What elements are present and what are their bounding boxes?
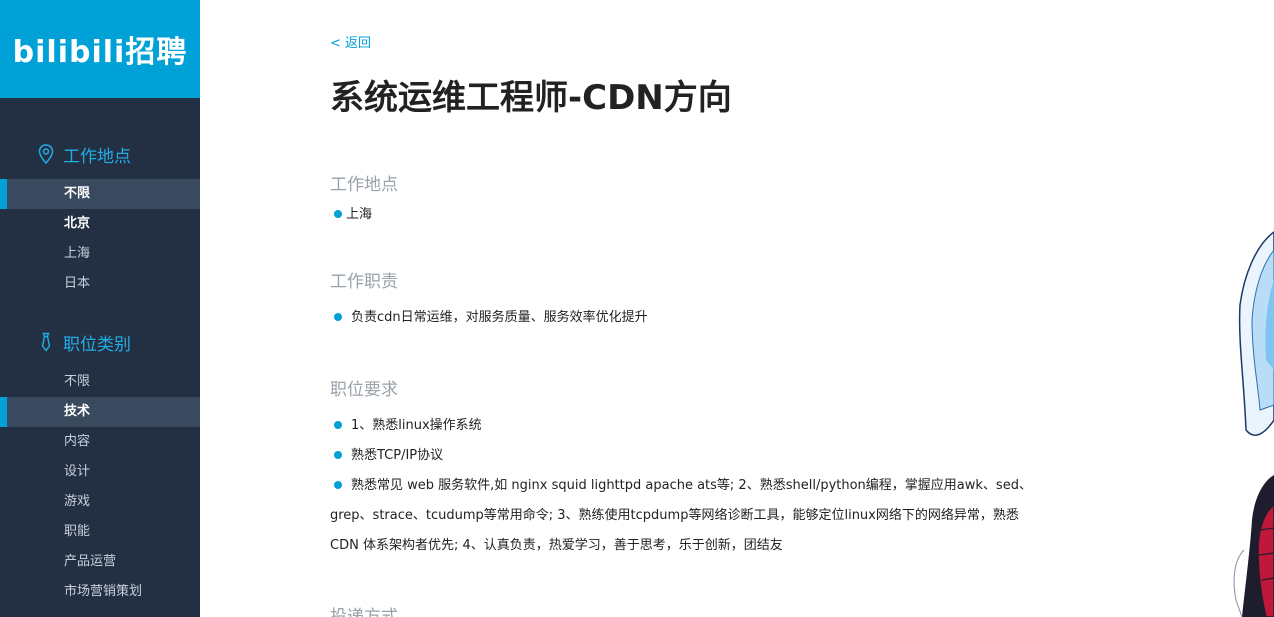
list-item: 熟悉常见 web 服务软件,如 nginx squid lighttpd apa… bbox=[330, 471, 1040, 561]
tie-icon bbox=[41, 332, 51, 352]
location-item-any[interactable]: 不限 bbox=[0, 179, 200, 209]
category-filter-label: 职位类别 bbox=[63, 334, 131, 355]
section-title-duties: 工作职责 bbox=[330, 272, 398, 292]
category-filter-title: 职位类别 bbox=[0, 317, 200, 367]
requirement-text: 1、熟悉linux操作系统 bbox=[351, 418, 482, 433]
category-item-content[interactable]: 内容 bbox=[0, 427, 200, 457]
location-item-shanghai[interactable]: 上海 bbox=[0, 239, 200, 269]
requirement-text: 熟悉常见 web 服务软件,如 nginx squid lighttpd apa… bbox=[330, 478, 1032, 553]
back-link[interactable]: < 返回 bbox=[330, 32, 371, 51]
section-title-location: 工作地点 bbox=[330, 175, 398, 195]
logo-text: bilibili招聘 bbox=[12, 35, 188, 70]
duty-text: 负责cdn日常运维，对服务质量、服务效率优化提升 bbox=[351, 310, 648, 325]
section-title-apply: 投递方式 bbox=[330, 607, 398, 617]
location-item-beijing[interactable]: 北京 bbox=[0, 209, 200, 239]
location-filter-label: 工作地点 bbox=[63, 146, 131, 167]
location-item-japan[interactable]: 日本 bbox=[0, 269, 200, 299]
list-item: 熟悉TCP/IP协议 bbox=[330, 441, 443, 471]
requirement-text: 熟悉TCP/IP协议 bbox=[351, 448, 444, 463]
category-item-game[interactable]: 游戏 bbox=[0, 487, 200, 517]
bullet-dot-icon bbox=[334, 312, 342, 321]
mascot-illustration bbox=[1233, 231, 1274, 617]
bullet-dot-icon bbox=[334, 450, 342, 459]
list-item: 负责cdn日常运维，对服务质量、服务效率优化提升 bbox=[330, 303, 648, 333]
category-item-function[interactable]: 职能 bbox=[0, 517, 200, 547]
location-value: 上海 bbox=[346, 207, 373, 222]
bullet-dot-icon bbox=[334, 480, 342, 489]
list-item: 1、熟悉linux操作系统 bbox=[330, 411, 482, 441]
section-title-requirements: 职位要求 bbox=[330, 380, 398, 400]
location-filter-title: 工作地点 bbox=[0, 129, 200, 179]
sidebar: bilibili招聘 工作地点 不限 北京 上海 日本 职位类别 不限 技术 内… bbox=[0, 0, 200, 617]
logo[interactable]: bilibili招聘 bbox=[0, 0, 200, 98]
job-title: 系统运维工程师-CDN方向 bbox=[330, 78, 732, 118]
bullet-dot-icon bbox=[334, 209, 342, 218]
category-item-design[interactable]: 设计 bbox=[0, 457, 200, 487]
bullet-dot-icon bbox=[334, 420, 342, 429]
category-item-product-ops[interactable]: 产品运营 bbox=[0, 547, 200, 577]
category-item-marketing[interactable]: 市场营销策划 bbox=[0, 577, 200, 607]
category-item-any[interactable]: 不限 bbox=[0, 367, 200, 397]
category-item-tech[interactable]: 技术 bbox=[0, 397, 200, 427]
location-pin-icon bbox=[38, 144, 54, 164]
list-item: 上海 bbox=[330, 200, 372, 230]
